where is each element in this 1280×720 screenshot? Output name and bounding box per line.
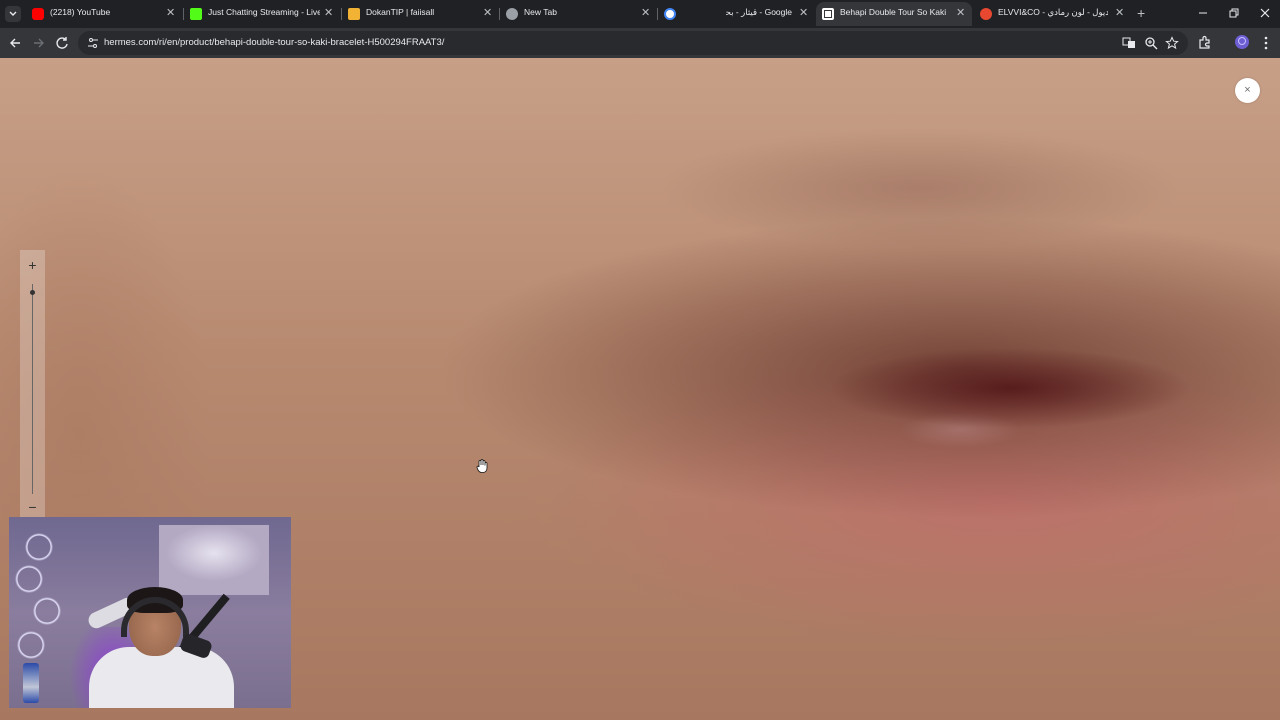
energy-drink-can bbox=[23, 663, 39, 703]
hand-cursor-icon bbox=[476, 459, 488, 473]
google-icon bbox=[664, 8, 676, 20]
close-zoom-button[interactable]: × bbox=[1235, 78, 1260, 103]
chrome-icon bbox=[506, 8, 518, 20]
tab-hermes-active[interactable]: Behapi Double Tour So Kaki br ✕ bbox=[816, 2, 972, 26]
kick-icon bbox=[190, 8, 202, 20]
zoom-in-button[interactable]: + bbox=[20, 258, 45, 272]
tab-title: Behapi Double Tour So Kaki br bbox=[840, 7, 948, 17]
zoom-out-button[interactable]: − bbox=[20, 500, 45, 514]
hermes-icon bbox=[822, 8, 834, 20]
zoom-slider-track[interactable] bbox=[32, 284, 33, 494]
tab-new-tab[interactable]: New Tab ✕ bbox=[500, 2, 657, 26]
tab-title: Just Chatting Streaming - Live S bbox=[208, 7, 320, 17]
dokantip-icon bbox=[348, 8, 360, 20]
close-tab-icon[interactable]: ✕ bbox=[324, 6, 333, 20]
close-tab-icon[interactable]: ✕ bbox=[483, 6, 492, 20]
chevron-down-icon bbox=[9, 11, 17, 16]
back-arrow-icon[interactable] bbox=[7, 35, 23, 51]
webcam-overlay bbox=[9, 517, 291, 708]
address-bar[interactable]: hermes.com/ri/en/product/behapi-double-t… bbox=[78, 31, 1188, 55]
bookmark-star-icon[interactable] bbox=[1165, 36, 1179, 50]
new-tab-plus-icon[interactable]: + bbox=[1137, 6, 1145, 20]
profile-avatar-icon[interactable] bbox=[1235, 35, 1249, 49]
browser-toolbar: hermes.com/ri/en/product/behapi-double-t… bbox=[0, 28, 1280, 58]
tab-kick[interactable]: Just Chatting Streaming - Live S ✕ bbox=[184, 2, 340, 26]
close-tab-icon[interactable]: ✕ bbox=[1115, 6, 1124, 20]
person-hoodie bbox=[89, 647, 234, 708]
url-text: hermes.com/ri/en/product/behapi-double-t… bbox=[104, 37, 445, 48]
zoom-icon[interactable] bbox=[1144, 36, 1158, 50]
hexagon-lights bbox=[13, 527, 65, 697]
restore-icon[interactable] bbox=[1227, 6, 1241, 20]
tab-title: New Tab bbox=[524, 7, 557, 17]
tab-youtube[interactable]: (2218) YouTube ✕ bbox=[26, 2, 182, 26]
minimize-icon[interactable] bbox=[1196, 6, 1210, 20]
close-icon: × bbox=[1244, 84, 1251, 96]
more-menu-icon[interactable] bbox=[1258, 35, 1274, 51]
tab-title: Google - قيثار - بحث bbox=[726, 7, 792, 17]
reload-icon[interactable] bbox=[54, 35, 70, 51]
translate-icon[interactable] bbox=[1122, 36, 1136, 50]
youtube-icon bbox=[32, 8, 44, 20]
tab-google-search[interactable]: Google - قيثار - بحث ✕ bbox=[658, 2, 815, 26]
close-window-icon[interactable] bbox=[1258, 6, 1272, 20]
close-tab-icon[interactable]: ✕ bbox=[956, 6, 965, 20]
forward-arrow-icon[interactable] bbox=[31, 35, 47, 51]
close-tab-icon[interactable]: ✕ bbox=[166, 6, 175, 20]
zoom-slider-handle[interactable] bbox=[30, 290, 35, 296]
extensions-puzzle-icon[interactable] bbox=[1197, 35, 1213, 51]
tab-strip: (2218) YouTube ✕ Just Chatting Streaming… bbox=[0, 0, 1280, 28]
zoom-slider-panel: + − bbox=[20, 250, 45, 518]
elvvi-icon bbox=[980, 8, 992, 20]
tab-title: ELVVI&CO - ترينديول - لون رمادي bbox=[998, 7, 1108, 17]
background-window bbox=[159, 525, 269, 595]
tab-title: (2218) YouTube bbox=[50, 7, 111, 17]
tab-elvvi[interactable]: ELVVI&CO - ترينديول - لون رمادي ✕ bbox=[974, 2, 1131, 26]
tab-title: DokanTIP | faiisall bbox=[366, 7, 435, 17]
close-tab-icon[interactable]: ✕ bbox=[799, 6, 808, 20]
site-settings-icon[interactable] bbox=[87, 37, 99, 49]
tab-dokantip[interactable]: DokanTIP | faiisall ✕ bbox=[342, 2, 499, 26]
close-tab-icon[interactable]: ✕ bbox=[641, 6, 650, 20]
tab-search-button[interactable] bbox=[5, 6, 21, 22]
